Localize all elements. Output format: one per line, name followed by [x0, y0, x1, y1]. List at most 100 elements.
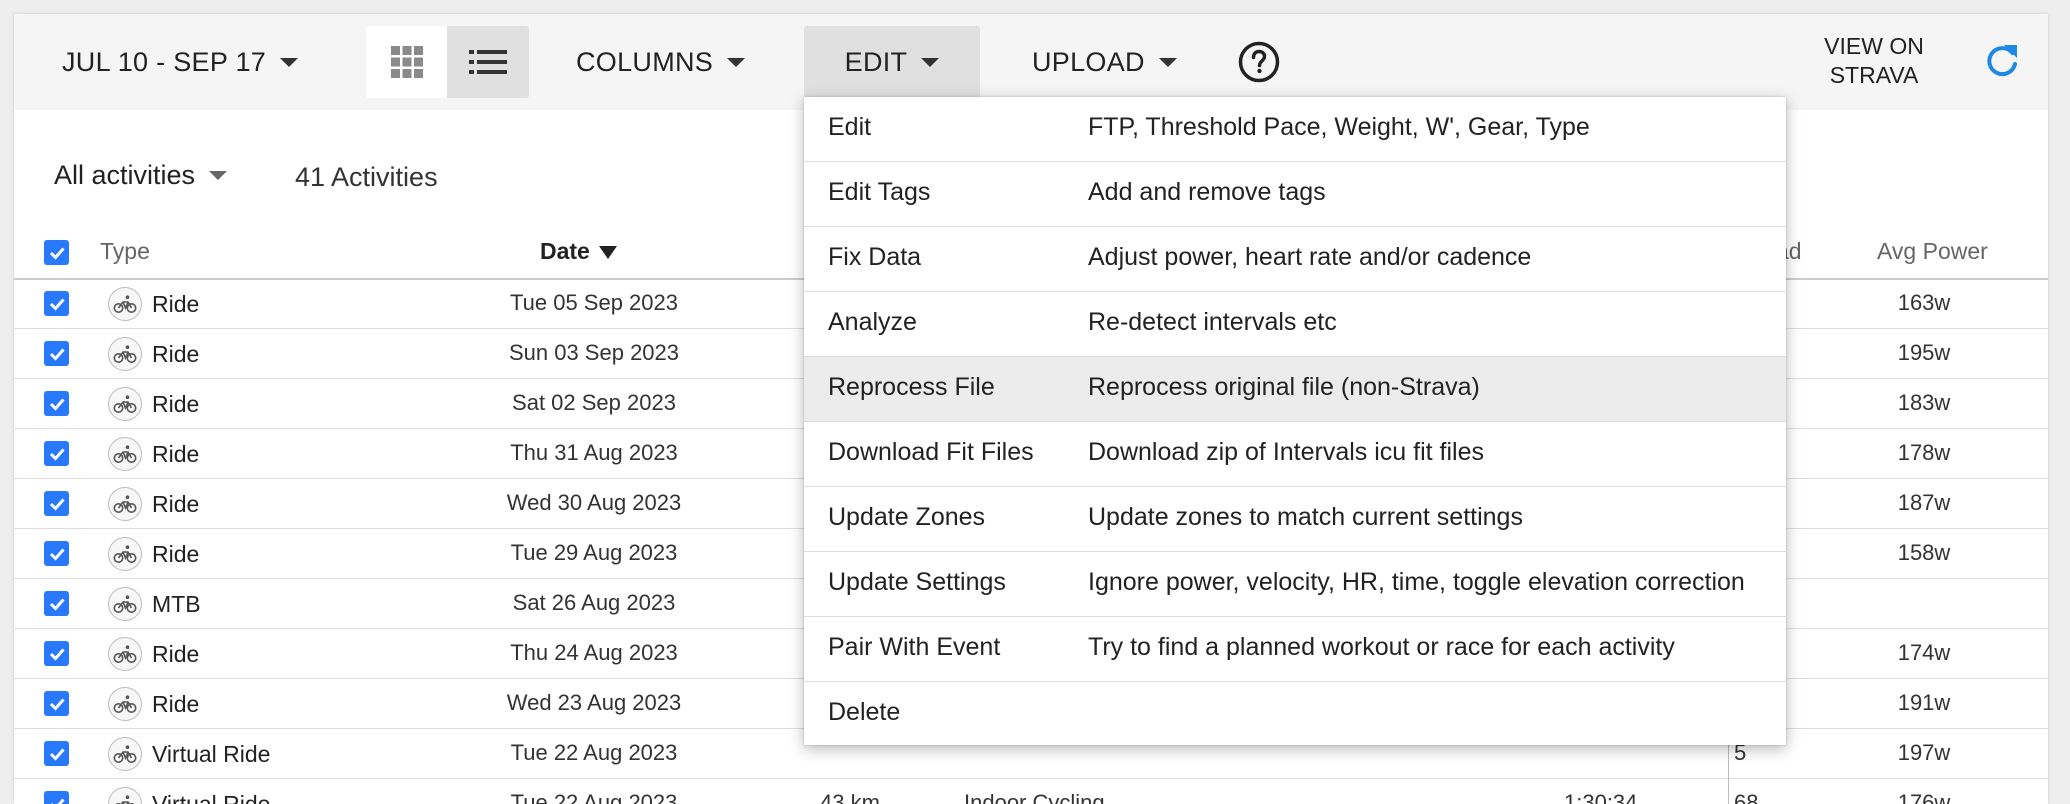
date-range-label: JUL 10 - SEP 17 — [62, 47, 266, 78]
chevron-down-icon — [1159, 58, 1177, 67]
header-date[interactable]: Date — [540, 238, 618, 265]
row-checkbox[interactable] — [44, 441, 69, 466]
activity-type: Ride — [152, 641, 199, 668]
bike-icon — [108, 637, 142, 671]
list-icon — [469, 49, 507, 75]
columns-label: COLUMNS — [576, 47, 713, 78]
view-on-strava-button[interactable]: VIEW ON STRAVA — [1804, 32, 1944, 90]
activity-type: Ride — [152, 691, 199, 718]
activity-type: Virtual Ride — [152, 791, 270, 804]
menu-item-label: Fix Data — [828, 243, 921, 272]
activity-type: Ride — [152, 391, 199, 418]
menu-item-description: FTP, Threshold Pace, Weight, W', Gear, T… — [1088, 113, 1590, 142]
chevron-down-icon — [921, 58, 939, 67]
activity-date: Tue 05 Sep 2023 — [394, 290, 794, 316]
activity-date: Sun 03 Sep 2023 — [394, 340, 794, 366]
bike-icon — [108, 737, 142, 771]
menu-item-reprocess-file[interactable]: Reprocess File Reprocess original file (… — [804, 357, 1786, 422]
activity-avg-power: 191w — [1854, 690, 1994, 716]
activity-avg-power: 176w — [1854, 790, 1994, 804]
menu-item-label: Update Zones — [828, 503, 985, 532]
menu-item-description: Reprocess original file (non-Strava) — [1088, 373, 1480, 402]
bike-icon — [108, 687, 142, 721]
grid-icon — [390, 45, 424, 79]
activity-avg-power: 183w — [1854, 390, 1994, 416]
check-icon — [47, 644, 67, 664]
list-view-button[interactable] — [447, 26, 529, 98]
row-checkbox[interactable] — [44, 741, 69, 766]
activity-date: Thu 31 Aug 2023 — [394, 440, 794, 466]
upload-label: UPLOAD — [1032, 47, 1145, 78]
menu-item-edit[interactable]: Edit FTP, Threshold Pace, Weight, W', Ge… — [804, 97, 1786, 162]
row-checkbox[interactable] — [44, 641, 69, 666]
chevron-down-icon — [209, 171, 227, 180]
menu-item-download-fit-files[interactable]: Download Fit Files Download zip of Inter… — [804, 422, 1786, 487]
activity-avg-power: 195w — [1854, 340, 1994, 366]
row-checkbox[interactable] — [44, 791, 69, 804]
activity-date: Tue 22 Aug 2023 — [394, 790, 794, 804]
row-checkbox[interactable] — [44, 491, 69, 516]
table-row[interactable]: Virtual Ride Tue 22 Aug 2023 43 km Indoo… — [14, 779, 2048, 804]
bike-icon — [108, 387, 142, 421]
toolbar: JUL 10 - SEP 17 — [14, 14, 2048, 110]
edit-menu: Edit FTP, Threshold Pace, Weight, W', Ge… — [804, 97, 1786, 745]
activity-filter-label: All activities — [54, 160, 195, 191]
bike-icon — [108, 437, 142, 471]
menu-item-update-zones[interactable]: Update Zones Update zones to match curre… — [804, 487, 1786, 552]
row-checkbox[interactable] — [44, 541, 69, 566]
activity-type: Ride — [152, 441, 199, 468]
menu-item-pair-with-event[interactable]: Pair With Event Try to find a planned wo… — [804, 617, 1786, 682]
row-checkbox[interactable] — [44, 391, 69, 416]
activity-type: MTB — [152, 591, 201, 618]
menu-item-label: Download Fit Files — [828, 438, 1034, 467]
activity-date: Thu 24 Aug 2023 — [394, 640, 794, 666]
menu-item-description: Try to find a planned workout or race fo… — [1088, 633, 1675, 662]
activity-count: 41 Activities — [295, 162, 438, 193]
grid-view-button[interactable] — [366, 26, 447, 98]
help-icon[interactable] — [1238, 41, 1280, 83]
select-all-checkbox[interactable] — [44, 240, 69, 265]
view-on-line2: STRAVA — [1804, 61, 1944, 90]
menu-item-label: Delete — [828, 698, 900, 727]
menu-item-edit-tags[interactable]: Edit Tags Add and remove tags — [804, 162, 1786, 227]
row-checkbox[interactable] — [44, 591, 69, 616]
check-icon — [47, 494, 67, 514]
edit-label: EDIT — [845, 47, 908, 78]
chevron-down-icon — [727, 58, 745, 67]
header-type[interactable]: Type — [100, 238, 150, 265]
row-checkbox[interactable] — [44, 341, 69, 366]
activity-time: 1:30:34 — [1564, 790, 1637, 804]
activity-cadence: 68 — [1734, 790, 1778, 804]
bike-icon — [108, 537, 142, 571]
menu-item-label: Reprocess File — [828, 373, 995, 402]
activity-avg-power: 178w — [1854, 440, 1994, 466]
check-icon — [47, 544, 67, 564]
upload-dropdown[interactable]: UPLOAD — [1032, 26, 1177, 98]
refresh-icon[interactable] — [1982, 42, 2022, 82]
row-checkbox[interactable] — [44, 291, 69, 316]
menu-item-label: Edit Tags — [828, 178, 930, 207]
bike-icon — [108, 337, 142, 371]
bike-icon — [108, 587, 142, 621]
menu-item-update-settings[interactable]: Update Settings Ignore power, velocity, … — [804, 552, 1786, 617]
row-checkbox[interactable] — [44, 691, 69, 716]
menu-item-delete[interactable]: Delete — [804, 682, 1786, 746]
menu-item-label: Pair With Event — [828, 633, 1000, 662]
edit-dropdown-button[interactable]: EDIT — [804, 26, 980, 98]
header-avg-power[interactable]: Avg Power — [1877, 238, 1988, 265]
activity-type: Ride — [152, 491, 199, 518]
view-toggle — [366, 26, 529, 98]
activity-filter-dropdown[interactable]: All activities — [54, 160, 227, 191]
menu-item-analyze[interactable]: Analyze Re-detect intervals etc — [804, 292, 1786, 357]
activity-date: Sat 02 Sep 2023 — [394, 390, 794, 416]
check-icon — [47, 344, 67, 364]
activity-avg-power: 163w — [1854, 290, 1994, 316]
check-icon — [47, 594, 67, 614]
activity-date: Tue 22 Aug 2023 — [394, 740, 794, 766]
menu-item-description: Update zones to match current settings — [1088, 503, 1523, 532]
menu-item-fix-data[interactable]: Fix Data Adjust power, heart rate and/or… — [804, 227, 1786, 292]
date-range-dropdown[interactable]: JUL 10 - SEP 17 — [62, 26, 298, 98]
columns-dropdown[interactable]: COLUMNS — [576, 26, 745, 98]
activity-name[interactable]: Indoor Cycling — [964, 790, 1105, 804]
menu-item-description: Add and remove tags — [1088, 178, 1326, 207]
